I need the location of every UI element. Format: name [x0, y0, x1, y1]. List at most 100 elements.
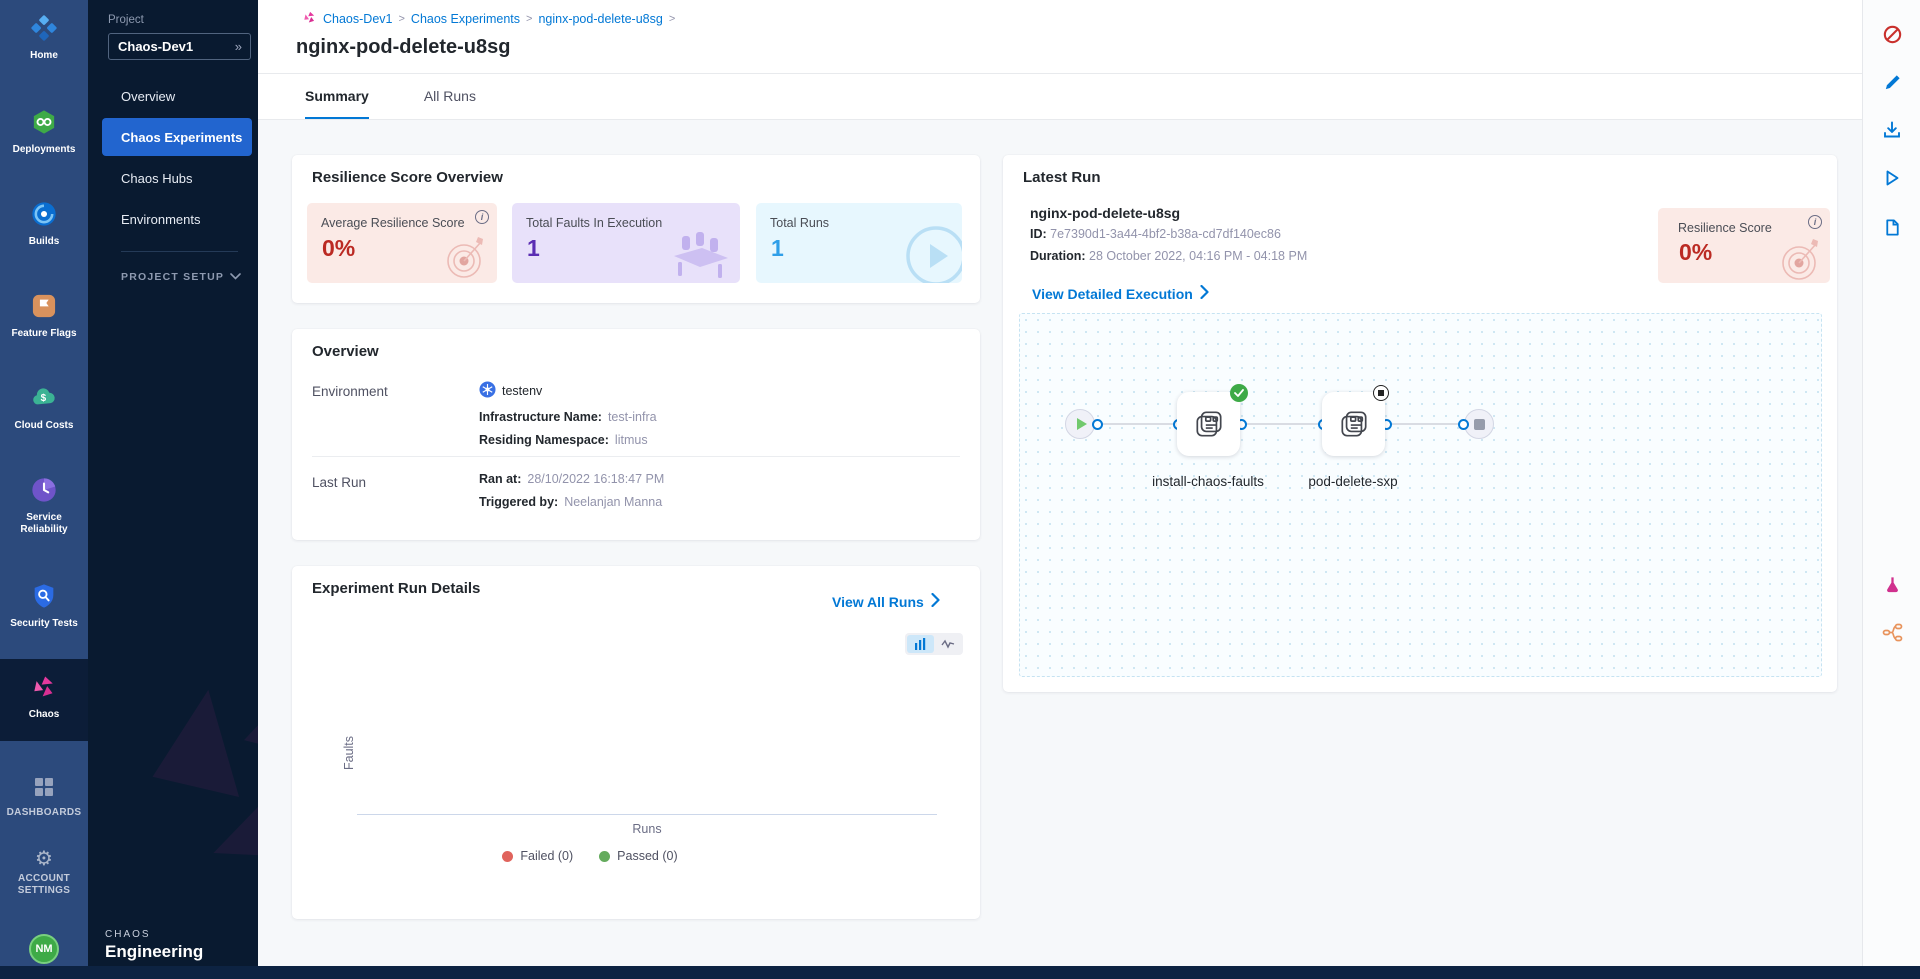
namespace-label: Residing Namespace: [479, 433, 609, 447]
sidebar-item-service-reliability[interactable]: Service Reliability [0, 476, 88, 536]
sidebar-item-dashboards[interactable]: DASHBOARDS [0, 775, 88, 819]
sidebar-item-account-settings[interactable]: ACCOUNT SETTINGS [0, 848, 88, 897]
latest-run-id-line: ID: 7e7390d1-3a44-4bf2-b38a-cd7df140ec86 [1030, 227, 1281, 241]
ran-at-label: Ran at: [479, 472, 521, 486]
chaos-experiment-summary-page: Home Deployments Builds Feature Flags $ … [0, 0, 1920, 979]
deployments-icon [30, 123, 58, 140]
connector-dot [1092, 419, 1103, 430]
duration-label: Duration: [1030, 249, 1086, 263]
section-title: Experiment Run Details [312, 580, 480, 597]
pipeline-connector [1097, 423, 1178, 425]
sidebar-item-security-tests[interactable]: Security Tests [0, 582, 88, 630]
faults-illustration [668, 226, 734, 283]
latest-run-card: Latest Run nginx-pod-delete-u8sg ID: 7e7… [1003, 155, 1837, 692]
stat-label: Total Runs [770, 216, 829, 230]
sidebar-item-label: Chaos [0, 709, 88, 721]
last-run-details: Ran at:28/10/2022 16:18:47 PM Triggered … [479, 472, 664, 518]
sidebar-item-builds[interactable]: Builds [0, 200, 88, 248]
sidebar-item-cloud-costs[interactable]: $ Cloud Costs [0, 384, 88, 432]
disable-experiment-button[interactable] [1878, 20, 1906, 48]
run-experiment-button[interactable] [1878, 164, 1906, 192]
breadcrumb-separator: > [526, 13, 532, 25]
section-title: Overview [312, 343, 379, 360]
security-tests-icon [30, 597, 58, 614]
view-manifest-button[interactable] [1878, 213, 1906, 241]
experiment-step-icon [1337, 407, 1371, 441]
project-selector[interactable]: Chaos-Dev1 » [108, 33, 251, 60]
download-icon [1882, 120, 1902, 140]
line-chart-toggle-button[interactable] [935, 635, 962, 653]
row-divider [312, 456, 960, 457]
user-avatar[interactable]: NM [29, 934, 59, 964]
pipeline-start-node[interactable] [1065, 409, 1095, 439]
kubernetes-icon [479, 381, 496, 401]
sidebar-item-label: Deployments [0, 144, 88, 156]
brand-chaos-label: CHAOS [105, 929, 151, 940]
execution-pipeline-graph: install-chaos-faults pod-delete-sxp [1019, 313, 1822, 677]
sidebar-item-home[interactable]: Home [0, 14, 88, 62]
tab-all-runs[interactable]: All Runs [424, 74, 476, 119]
page-header: Chaos-Dev1 > Chaos Experiments > nginx-p… [258, 0, 1862, 74]
info-icon[interactable] [1808, 215, 1822, 229]
view-detailed-execution-link[interactable]: View Detailed Execution [1032, 285, 1209, 302]
latest-run-duration-line: Duration: 28 October 2022, 04:16 PM - 04… [1030, 249, 1307, 263]
passed-dot-icon [599, 851, 610, 862]
legend-item-failed[interactable]: Failed (0) [502, 849, 573, 863]
stat-label: Total Faults In Execution [526, 216, 662, 230]
legend-label: Passed (0) [617, 849, 677, 863]
content-area: Resilience Score Overview Average Resili… [258, 120, 1862, 966]
block-icon [1882, 24, 1903, 45]
namespace-value: litmus [615, 433, 648, 447]
sidebar-item-chaos-experiments[interactable]: Chaos Experiments [102, 118, 252, 156]
ran-at-value: 28/10/2022 16:18:47 PM [527, 472, 664, 486]
chevron-right-icon [1200, 285, 1209, 302]
experiments-shortcut-button[interactable] [1878, 570, 1906, 598]
breadcrumb-experiment-link[interactable]: nginx-pod-delete-u8sg [538, 12, 662, 26]
sidebar-item-chaos-hubs[interactable]: Chaos Hubs [102, 159, 252, 197]
sidebar-item-deployments[interactable]: Deployments [0, 108, 88, 156]
chart-legend: Failed (0) Passed (0) [300, 849, 880, 863]
stat-value: 1 [527, 235, 540, 262]
environment-row-label: Environment [312, 384, 388, 399]
legend-item-passed[interactable]: Passed (0) [599, 849, 677, 863]
sidebar-item-chaos[interactable]: Chaos [0, 673, 88, 721]
workflow-icon [1882, 623, 1903, 642]
stop-icon [1474, 419, 1485, 430]
step-node-pod-delete-sxp[interactable] [1322, 392, 1385, 456]
info-icon[interactable] [475, 210, 489, 224]
chevrons-right-icon[interactable]: » [235, 39, 242, 54]
success-badge-icon [1230, 384, 1248, 402]
breadcrumb-experiments-link[interactable]: Chaos Experiments [411, 12, 520, 26]
chaos-watermark-logo [118, 620, 258, 925]
environment-name[interactable]: testenv [502, 384, 542, 398]
step-node-install-chaos-faults[interactable] [1177, 392, 1240, 456]
svg-text:$: $ [41, 393, 47, 404]
connector-dot [1458, 419, 1469, 430]
brand-engineering-label: Engineering [105, 942, 203, 962]
stat-label: Average Resilience Score [321, 216, 465, 230]
sidebar-item-label: Builds [0, 236, 88, 248]
average-resilience-score-card: Average Resilience Score 0% [307, 203, 497, 283]
home-icon [30, 29, 58, 46]
project-setup-section[interactable]: PROJECT SETUP [121, 271, 241, 283]
sidebar-item-label: Home [0, 50, 88, 62]
sidebar-item-label: Service Reliability [0, 512, 88, 536]
download-manifest-button[interactable] [1878, 116, 1906, 144]
main-area: Chaos-Dev1 > Chaos Experiments > nginx-p… [258, 0, 1862, 966]
project-nav: Overview Chaos Experiments Chaos Hubs En… [88, 77, 258, 241]
sidebar-item-environments[interactable]: Environments [102, 200, 252, 238]
pipeline-shortcut-button[interactable] [1878, 618, 1906, 646]
last-run-row-label: Last Run [312, 475, 366, 490]
tab-summary[interactable]: Summary [305, 74, 369, 119]
view-all-runs-link[interactable]: View All Runs [832, 593, 940, 610]
sidebar-item-feature-flags[interactable]: Feature Flags [0, 292, 88, 340]
play-illustration [900, 220, 962, 283]
sidebar-item-label: Security Tests [0, 618, 88, 630]
bar-chart-toggle-button[interactable] [907, 635, 934, 653]
edit-experiment-button[interactable] [1878, 68, 1906, 96]
sidebar-item-label: Cloud Costs [0, 420, 88, 432]
sidebar-item-label: DASHBOARDS [0, 807, 88, 819]
builds-icon [30, 215, 58, 232]
breadcrumb-project-link[interactable]: Chaos-Dev1 [323, 12, 392, 26]
sidebar-item-overview[interactable]: Overview [102, 77, 252, 115]
